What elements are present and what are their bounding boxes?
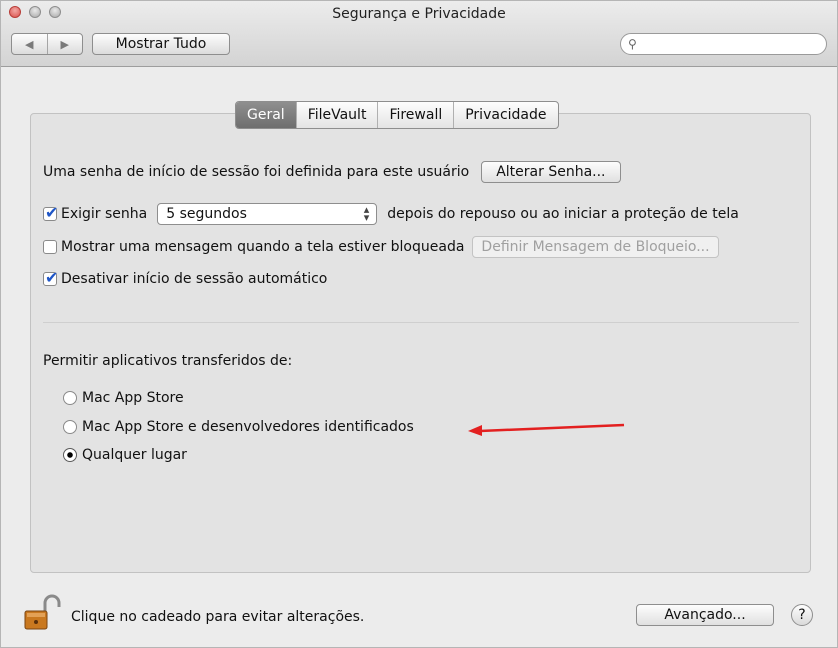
advanced-button[interactable]: Avançado...: [636, 604, 774, 626]
title-bar: Segurança e Privacidade ◀ ▶ Mostrar Tudo…: [1, 1, 837, 67]
window-title: Segurança e Privacidade: [332, 6, 506, 22]
chevron-left-icon[interactable]: ◀: [12, 34, 47, 54]
change-password-button[interactable]: Alterar Senha...: [481, 161, 621, 183]
show-all-button[interactable]: Mostrar Tudo: [92, 33, 230, 55]
select-arrows-icon: ▴ ▾: [363, 203, 370, 224]
disable-auto-login-row: Desativar início de sessão automático: [43, 268, 328, 287]
search-icon: ⚲: [628, 37, 637, 51]
radio-anywhere-label: Qualquer lugar: [82, 447, 187, 463]
tab-privacidade[interactable]: Privacidade: [453, 102, 557, 128]
preferences-window: Segurança e Privacidade ◀ ▶ Mostrar Tudo…: [0, 0, 838, 648]
tab-firewall[interactable]: Firewall: [377, 102, 453, 128]
require-password-row: Exigir senha 5 segundos ▴▾ depois do rep…: [43, 203, 739, 225]
show-message-checkbox[interactable]: [43, 240, 57, 254]
chevron-right-icon[interactable]: ▶: [46, 34, 83, 54]
annotation-arrow-icon: [468, 423, 625, 436]
require-password-checkbox[interactable]: [43, 203, 58, 222]
radio-mac-app-store-label: Mac App Store: [82, 390, 184, 406]
search-input[interactable]: ⚲: [620, 33, 827, 55]
disable-auto-login-checkbox[interactable]: [43, 268, 58, 287]
lock-hint-text: Clique no cadeado para evitar alterações…: [71, 609, 365, 625]
password-delay-select[interactable]: 5 segundos ▴ ▾: [157, 203, 378, 225]
radio-identified-developers-label: Mac App Store e desenvolvedores identifi…: [82, 419, 414, 435]
radio-anywhere-row: Qualquer lugar: [63, 447, 187, 463]
password-row: Uma senha de início de sessão foi defini…: [43, 161, 621, 183]
password-delay-value: 5 segundos: [166, 206, 247, 222]
radio-mac-app-store-row: Mac App Store: [63, 390, 184, 406]
require-password-label: Exigir senha: [61, 206, 148, 222]
radio-anywhere[interactable]: [63, 448, 77, 462]
show-message-label: Mostrar uma mensagem quando a tela estiv…: [61, 239, 465, 255]
tab-filevault[interactable]: FileVault: [295, 102, 378, 128]
downloads-heading-text: Permitir aplicativos transferidos de:: [43, 353, 293, 369]
set-lock-message-button[interactable]: Definir Mensagem de Bloqueio...: [472, 236, 719, 258]
section-divider: [43, 322, 799, 323]
password-set-text: Uma senha de início de sessão foi defini…: [43, 164, 470, 180]
tab-geral[interactable]: Geral: [236, 102, 296, 128]
radio-mac-app-store[interactable]: [63, 391, 77, 405]
disable-auto-login-label: Desativar início de sessão automático: [61, 271, 328, 287]
radio-identified-devs-row: Mac App Store e desenvolvedores identifi…: [63, 419, 414, 435]
downloads-heading: Permitir aplicativos transferidos de:: [43, 353, 292, 369]
help-button[interactable]: ?: [791, 604, 813, 626]
tab-bar: Geral FileVault Firewall Privacidade: [235, 101, 559, 129]
require-password-after-text: depois do repouso ou ao iniciar a proteç…: [387, 206, 739, 222]
nav-back-forward: ◀ ▶: [11, 33, 83, 55]
show-message-row: Mostrar uma mensagem quando a tela estiv…: [43, 236, 719, 258]
unlocked-padlock-icon[interactable]: [21, 594, 61, 632]
radio-identified-developers[interactable]: [63, 420, 77, 434]
